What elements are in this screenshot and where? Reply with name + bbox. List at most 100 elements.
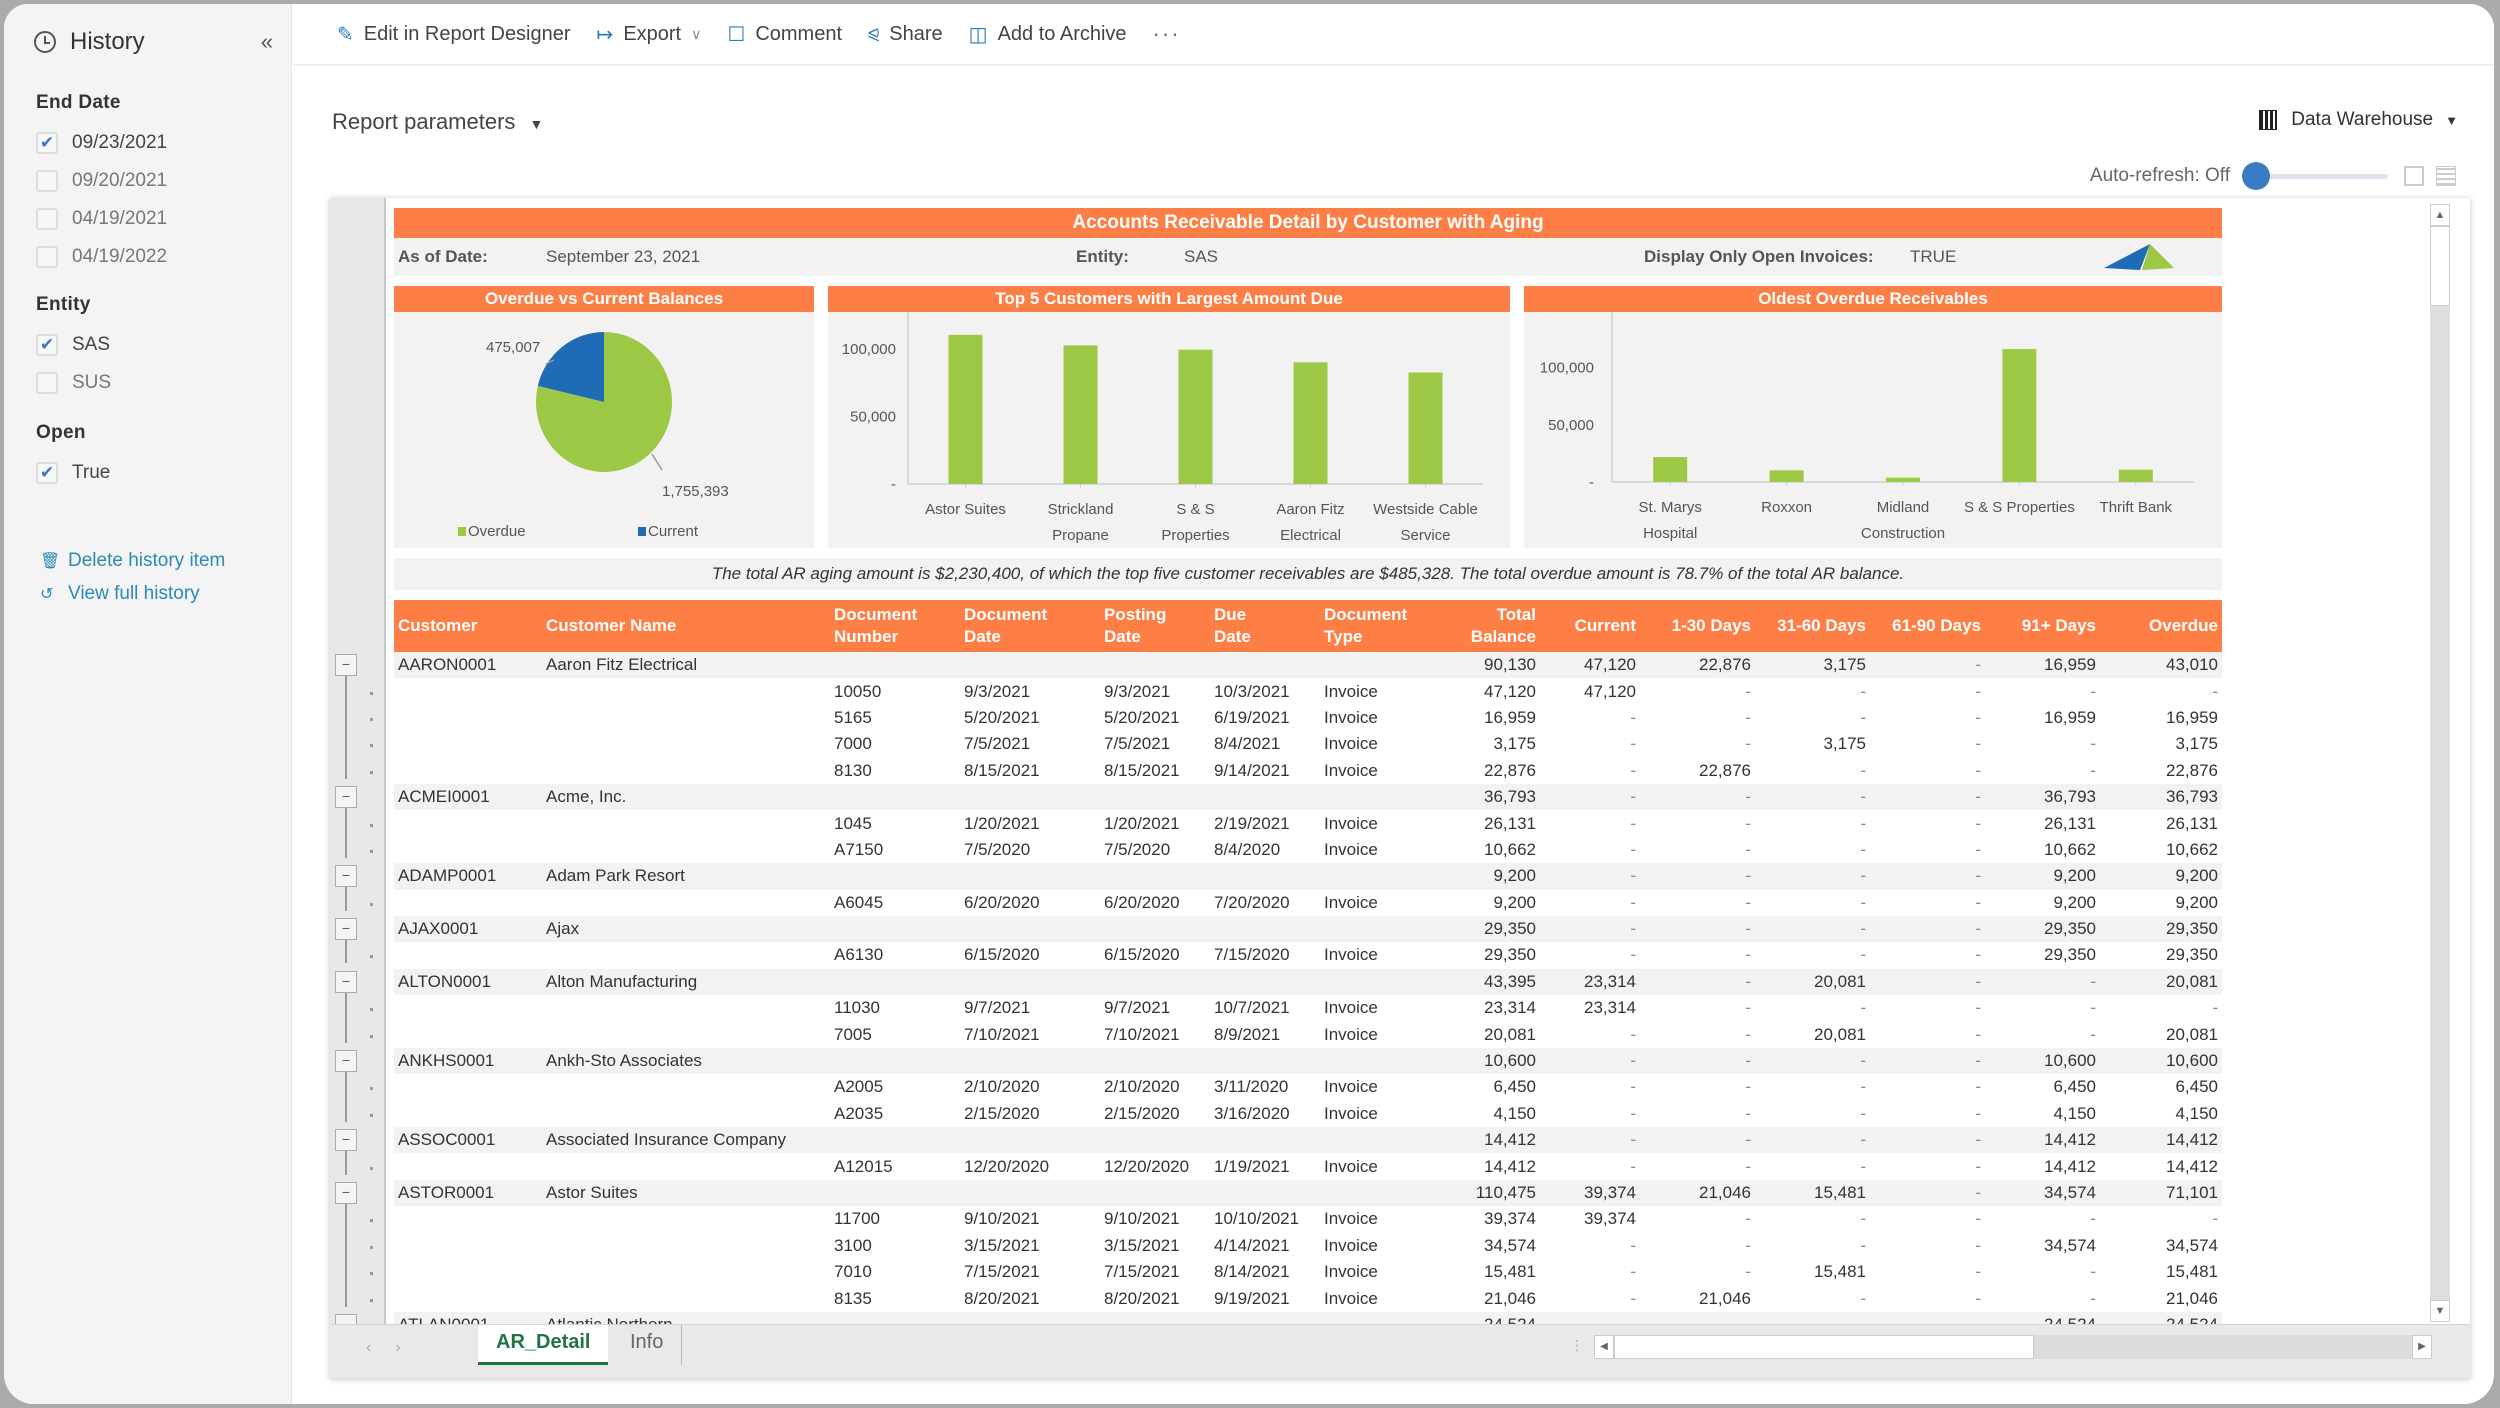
table-cell[interactable]	[1320, 783, 1430, 811]
table-cell[interactable]: 8/15/2021	[1100, 758, 1210, 784]
table-cell[interactable]: 90,130	[1430, 652, 1540, 679]
table-cell[interactable]: 7/5/2020	[960, 837, 1100, 863]
table-cell[interactable]: 29,350	[1985, 942, 2100, 968]
grid-view-icon[interactable]	[2436, 166, 2456, 186]
table-cell[interactable]: -	[1985, 1285, 2100, 1311]
table-cell[interactable]: 29,350	[2100, 942, 2222, 968]
table-cell[interactable]: -	[1540, 837, 1640, 863]
table-cell[interactable]: -	[1870, 1285, 1985, 1311]
table-cell[interactable]: Acme, Inc.	[542, 783, 830, 811]
table-cell[interactable]: Invoice	[1320, 837, 1430, 863]
table-cell[interactable]	[960, 863, 1100, 890]
table-cell[interactable]: -	[1870, 1311, 1985, 1324]
table-cell[interactable]: 26,131	[2100, 810, 2222, 836]
table-cell[interactable]: 16,959	[1985, 652, 2100, 679]
table-cell[interactable]: 22,876	[1640, 652, 1755, 679]
table-cell[interactable]: A12015	[830, 1153, 960, 1179]
table-cell[interactable]: -	[1870, 678, 1985, 704]
table-cell[interactable]: 26,131	[1985, 810, 2100, 836]
table-cell[interactable]	[394, 1285, 542, 1311]
table-cell[interactable]: -	[1870, 968, 1985, 996]
table-cell[interactable]	[1320, 863, 1430, 890]
table-cell[interactable]	[1320, 968, 1430, 996]
table-cell[interactable]: -	[1870, 1179, 1985, 1207]
table-cell[interactable]: 6,450	[1430, 1074, 1540, 1100]
table-cell[interactable]: Invoice	[1320, 758, 1430, 784]
table-cell[interactable]: 5165	[830, 705, 960, 731]
collapse-group-button[interactable]: −	[335, 970, 357, 993]
table-cell[interactable]: 36,793	[1985, 783, 2100, 811]
table-cell[interactable]: 7/20/2020	[1210, 890, 1320, 916]
table-cell[interactable]: Alton Manufacturing	[542, 968, 830, 996]
table-cell[interactable]	[394, 1021, 542, 1047]
table-cell[interactable]: -	[1985, 995, 2100, 1021]
add-to-archive-button[interactable]: ◫ Add to Archive	[969, 22, 1127, 47]
table-cell[interactable]	[960, 968, 1100, 996]
datasource-selector[interactable]: Data Warehouse ▼	[2259, 109, 2458, 131]
table-cell[interactable]	[542, 1206, 830, 1232]
table-cell[interactable]: -	[1755, 758, 1870, 784]
table-cell[interactable]: -	[1640, 1127, 1755, 1154]
table-cell[interactable]: 6,450	[1985, 1074, 2100, 1100]
table-cell[interactable]: 11700	[830, 1206, 960, 1232]
table-cell[interactable]: -	[1870, 1101, 1985, 1127]
table-cell[interactable]: 9,200	[1430, 863, 1540, 890]
table-cell[interactable]: 15,481	[1755, 1259, 1870, 1285]
table-cell[interactable]: 16,959	[2100, 705, 2222, 731]
table-cell[interactable]: A7150	[830, 837, 960, 863]
table-cell[interactable]	[542, 995, 830, 1021]
column-header[interactable]: Current	[1540, 600, 1640, 652]
table-cell[interactable]: 6/15/2020	[1100, 942, 1210, 968]
table-cell[interactable]	[394, 890, 542, 916]
table-cell[interactable]: 2/10/2020	[1100, 1074, 1210, 1100]
table-cell[interactable]: -	[1640, 1206, 1755, 1232]
table-cell[interactable]: -	[1540, 758, 1640, 784]
table-cell[interactable]	[542, 758, 830, 784]
table-cell[interactable]	[830, 1127, 960, 1154]
table-cell[interactable]: 9/3/2021	[1100, 678, 1210, 704]
collapse-sidebar-button[interactable]: «	[261, 29, 273, 55]
table-cell[interactable]: 7000	[830, 731, 960, 757]
table-cell[interactable]: 7010	[830, 1259, 960, 1285]
column-header[interactable]: Due Date	[1210, 600, 1320, 652]
table-cell[interactable]: -	[1755, 810, 1870, 836]
table-cell[interactable]: A2005	[830, 1074, 960, 1100]
table-cell[interactable]	[1320, 1179, 1430, 1207]
table-cell[interactable]: 29,350	[2100, 915, 2222, 943]
collapse-group-button[interactable]: −	[335, 1050, 357, 1073]
vertical-scroll-thumb[interactable]	[2430, 226, 2450, 306]
table-cell[interactable]: 36,793	[2100, 783, 2222, 811]
table-cell[interactable]: -	[1985, 968, 2100, 996]
column-header[interactable]: Document Number	[830, 600, 960, 652]
table-cell[interactable]: ADAMP0001	[394, 863, 542, 890]
table-cell[interactable]: -	[1540, 783, 1640, 811]
filter-option[interactable]: 04/19/2021	[36, 200, 167, 238]
table-cell[interactable]: 34,574	[1985, 1233, 2100, 1259]
auto-refresh-toggle[interactable]	[2242, 162, 2388, 190]
table-cell[interactable]: 7/5/2021	[1100, 731, 1210, 757]
column-header[interactable]: Document Type	[1320, 600, 1430, 652]
scroll-left-button[interactable]: ◀	[1594, 1335, 1614, 1359]
table-cell[interactable]: -	[1870, 995, 1985, 1021]
table-cell[interactable]: -	[1755, 705, 1870, 731]
table-cell[interactable]: 7/15/2021	[960, 1259, 1100, 1285]
table-cell[interactable]: 1/19/2021	[1210, 1153, 1320, 1179]
table-cell[interactable]: -	[1870, 1021, 1985, 1047]
table-cell[interactable]: 7/15/2021	[1100, 1259, 1210, 1285]
table-cell[interactable]: -	[1755, 1153, 1870, 1179]
table-cell[interactable]: -	[1640, 678, 1755, 704]
table-cell[interactable]: Invoice	[1320, 1206, 1430, 1232]
table-cell[interactable]	[1210, 783, 1320, 811]
checkbox[interactable]: ✔	[36, 334, 58, 356]
table-cell[interactable]	[542, 837, 830, 863]
table-cell[interactable]: 24,524	[2100, 1311, 2222, 1324]
table-cell[interactable]: Invoice	[1320, 995, 1430, 1021]
table-cell[interactable]: 10,600	[1985, 1047, 2100, 1075]
table-cell[interactable]	[960, 1127, 1100, 1154]
table-cell[interactable]: 16,959	[1985, 705, 2100, 731]
table-cell[interactable]: 36,793	[1430, 783, 1540, 811]
table-cell[interactable]: 3/11/2020	[1210, 1074, 1320, 1100]
table-cell[interactable]	[1210, 915, 1320, 943]
table-cell[interactable]: -	[1755, 1074, 1870, 1100]
table-cell[interactable]: 14,412	[2100, 1127, 2222, 1154]
